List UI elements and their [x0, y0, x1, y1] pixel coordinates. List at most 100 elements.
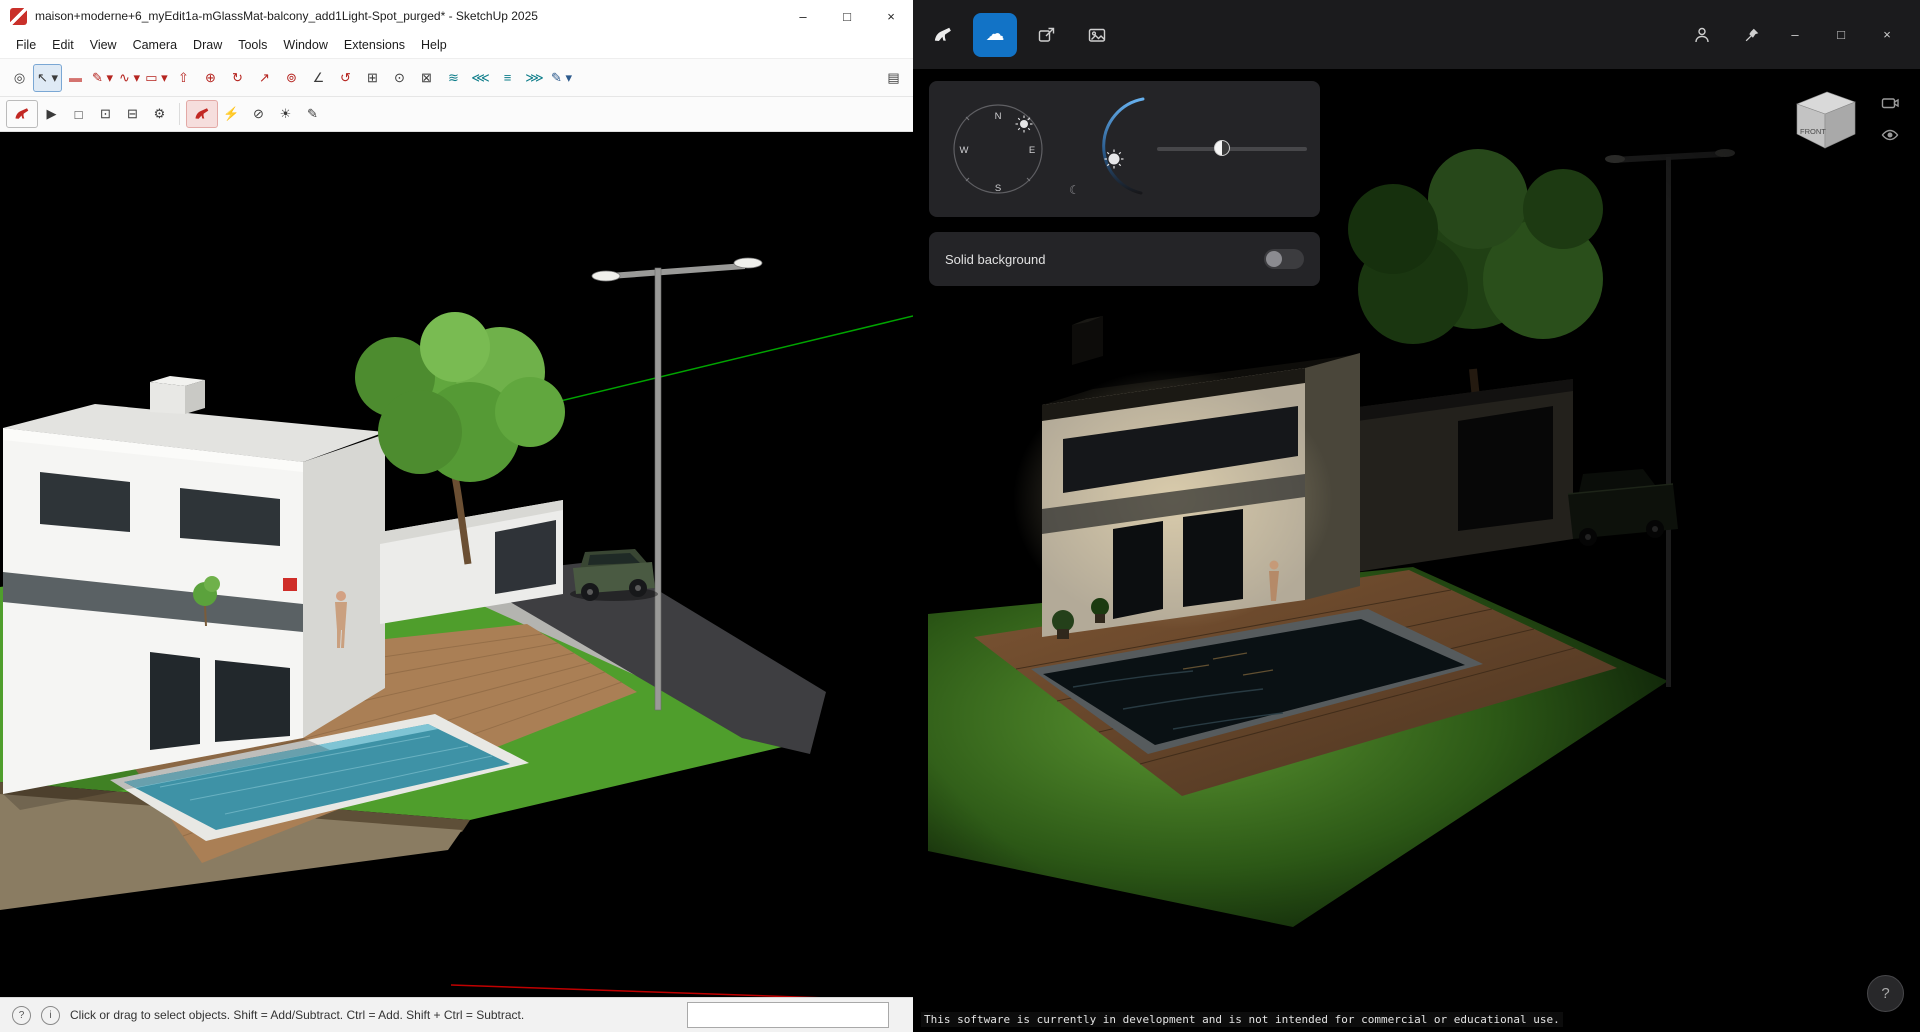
- menu-item[interactable]: Extensions: [336, 38, 413, 52]
- renderer-logo-active-icon[interactable]: [186, 100, 218, 128]
- orbit-tool-icon[interactable]: ↺: [332, 65, 359, 91]
- solid-background-row: Solid background: [929, 232, 1320, 286]
- menu-item[interactable]: File: [8, 38, 44, 52]
- offset-tool-icon[interactable]: ⊚: [278, 65, 305, 91]
- red-decal: [283, 578, 297, 591]
- garage-opening: [495, 520, 556, 594]
- sketchup-viewport[interactable]: [0, 132, 913, 997]
- stop-icon[interactable]: □: [65, 101, 92, 127]
- pan-tool-icon[interactable]: ⊞: [359, 65, 386, 91]
- light-icon[interactable]: ☀: [272, 101, 299, 127]
- ground-door-1: [150, 652, 200, 750]
- moon-icon: ☾: [1069, 183, 1080, 197]
- play-animation-icon[interactable]: ▶: [38, 101, 65, 127]
- sketchup-logo-icon: [10, 8, 27, 25]
- image-export-icon[interactable]: [1077, 15, 1117, 55]
- zoom-tool-icon[interactable]: ⊙: [386, 65, 413, 91]
- eraser-icon[interactable]: ▬: [62, 65, 89, 91]
- freehand-tool-icon[interactable]: ∿ ▾: [116, 65, 143, 91]
- edit-person-icon[interactable]: ✎ ▾: [548, 65, 575, 91]
- model-scene-day: [0, 132, 913, 997]
- compass-west-label: W: [960, 145, 969, 156]
- sun-elevation-handle: [1105, 150, 1124, 169]
- house-side-wall: [303, 434, 385, 738]
- solid-background-label: Solid background: [945, 252, 1045, 267]
- sketchup-window: maison+moderne+6_myEdit1a-mGlassMat-balc…: [0, 0, 913, 1032]
- compass-east-label: E: [1029, 145, 1035, 156]
- environment-sky-tool[interactable]: ☁: [973, 13, 1017, 57]
- camera-sync-icon[interactable]: [1879, 92, 1901, 114]
- secondary-toolbar: ▶□⊡⊟⚙ ⚡⊘☀✎: [0, 97, 913, 132]
- flash-icon[interactable]: ⚡: [218, 101, 245, 127]
- rectangle-tool-icon[interactable]: ▭ ▾: [143, 65, 170, 91]
- menu-item[interactable]: View: [82, 38, 125, 52]
- move-tool-icon[interactable]: ⊕: [197, 65, 224, 91]
- solid-background-toggle[interactable]: [1264, 249, 1304, 269]
- split-screen: maison+moderne+6_myEdit1a-mGlassMat-balc…: [0, 0, 1920, 1032]
- help-icon[interactable]: ?: [12, 1006, 31, 1025]
- cloud-icon: ☁: [986, 23, 1005, 46]
- extension-chevrons-left-icon[interactable]: ⋘: [467, 65, 494, 91]
- menu-item[interactable]: Help: [413, 38, 455, 52]
- status-bar: ? i Click or drag to select objects. Shi…: [0, 997, 913, 1032]
- renderer-logo-icon[interactable]: [923, 15, 963, 55]
- tape-measure-icon[interactable]: ∠: [305, 65, 332, 91]
- renderer-logo-icon[interactable]: [6, 100, 38, 128]
- menu-bar: FileEditViewCameraDrawToolsWindowExtensi…: [0, 32, 913, 59]
- compass-south-label: S: [995, 183, 1001, 194]
- settings-gear-icon[interactable]: ⚙: [146, 101, 173, 127]
- video-camera-icon[interactable]: ⊟: [119, 101, 146, 127]
- compass-north-label: N: [995, 111, 1002, 122]
- info-icon[interactable]: i: [41, 1006, 60, 1025]
- minimize-button[interactable]: –: [781, 0, 825, 32]
- renderer-window: ☁ – □ ×: [913, 0, 1920, 1032]
- close-button[interactable]: ×: [869, 0, 913, 32]
- toggle-knob: [1266, 251, 1282, 267]
- scene-camera-icon[interactable]: ⊡: [92, 101, 119, 127]
- export-view-icon[interactable]: [1027, 15, 1067, 55]
- scale-tool-icon[interactable]: ↗: [251, 65, 278, 91]
- visibility-icon[interactable]: [1879, 124, 1901, 146]
- zoom-extents-icon[interactable]: ⊠: [413, 65, 440, 91]
- view-cube-front-label: FRONT: [1800, 127, 1826, 136]
- extension-layers-icon[interactable]: ≡: [494, 65, 521, 91]
- push-pull-icon[interactable]: ⇧: [170, 65, 197, 91]
- development-disclaimer: This software is currently in developmen…: [921, 1012, 1563, 1027]
- rotate-tool-icon[interactable]: ↻: [224, 65, 251, 91]
- menu-item[interactable]: Window: [275, 38, 335, 52]
- sun-elevation-arc[interactable]: ☾: [1057, 91, 1167, 201]
- maximize-button[interactable]: □: [825, 0, 869, 32]
- draw-icon[interactable]: ✎: [299, 101, 326, 127]
- window-title: maison+moderne+6_myEdit1a-mGlassMat-balc…: [35, 9, 538, 23]
- extension-chevrons-right-icon[interactable]: ⋙: [521, 65, 548, 91]
- menu-item[interactable]: Draw: [185, 38, 230, 52]
- measurements-input[interactable]: [687, 1002, 889, 1028]
- menu-item[interactable]: Tools: [230, 38, 275, 52]
- chimney: [150, 376, 205, 414]
- pencil-tool-icon[interactable]: ✎ ▾: [89, 65, 116, 91]
- view-cube[interactable]: FRONT: [1785, 82, 1865, 167]
- environment-panel: N E S W: [929, 81, 1320, 217]
- sun-intensity-slider[interactable]: [1157, 147, 1307, 151]
- help-button[interactable]: ?: [1867, 975, 1904, 1012]
- select-tool-icon[interactable]: ↖ ▾: [33, 64, 62, 92]
- renderer-toolbar: ☁ – □ ×: [913, 0, 1920, 69]
- extension-waves-icon[interactable]: ≋: [440, 65, 467, 91]
- ground-door-2: [215, 660, 290, 742]
- disable-icon[interactable]: ⊘: [245, 101, 272, 127]
- new-document-icon[interactable]: ▤: [880, 65, 907, 91]
- upper-window-1: [40, 472, 130, 532]
- sun-intensity-slider-handle[interactable]: [1214, 140, 1230, 156]
- main-toolbar: ◎↖ ▾▬✎ ▾∿ ▾▭ ▾⇧⊕↻↗⊚∠↺⊞⊙⊠≋⋘≡⋙✎ ▾▤: [0, 59, 913, 97]
- account-person-icon[interactable]: [1682, 15, 1722, 55]
- menu-item[interactable]: Camera: [125, 38, 185, 52]
- minimize-button[interactable]: –: [1772, 15, 1818, 55]
- zoom-window-icon[interactable]: ◎: [6, 65, 33, 91]
- sun-compass-dial[interactable]: N E S W: [943, 94, 1053, 204]
- status-hint: Click or drag to select objects. Shift =…: [70, 1008, 524, 1022]
- close-button[interactable]: ×: [1864, 15, 1910, 55]
- maximize-button[interactable]: □: [1818, 15, 1864, 55]
- menu-item[interactable]: Edit: [44, 38, 82, 52]
- toolbar-separator: [179, 103, 180, 125]
- pin-icon[interactable]: [1732, 15, 1772, 55]
